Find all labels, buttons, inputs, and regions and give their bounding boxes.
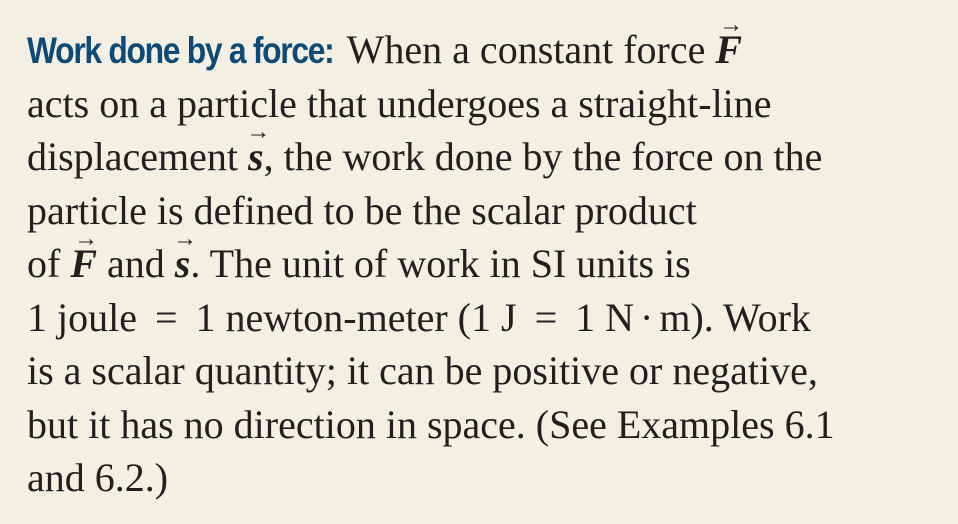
vector-arrow-icon: → [74, 225, 99, 252]
text-l1: When a constant force [346, 27, 706, 72]
equals-sign: = [534, 294, 558, 340]
force-vector-symbol: F → [715, 13, 743, 77]
text-l5b: and [107, 241, 165, 286]
vector-arrow-icon: → [172, 225, 197, 252]
text-l6c: 1 N [575, 294, 635, 340]
force-vector-symbol: F → [70, 227, 98, 291]
text-l6a: 1 joule [27, 294, 137, 340]
line-4: particle is defined to be the scalar pro… [27, 187, 697, 233]
definition-heading: Work done by a force: [27, 30, 335, 71]
vector-arrow-icon: → [246, 118, 271, 145]
vector-arrow-icon: → [719, 11, 744, 38]
line-5: of F → and s →. The unit of work in SI uni… [27, 227, 947, 291]
text-l3b: , the work done by the force on the [263, 134, 823, 179]
text-l6b: 1 newton-meter (1 J [195, 294, 517, 340]
displacement-vector-symbol: s → [246, 120, 270, 184]
text-l6d: m). Work [659, 294, 811, 340]
definition-box: Work done by a force: When a constant fo… [0, 0, 958, 524]
definition-paragraph: Work done by a force: When a constant fo… [27, 13, 947, 505]
line-8: but it has no direction in space. (See E… [27, 401, 835, 447]
text-l5c: . The unit of work in SI units is [190, 241, 691, 286]
line-3: displacement s →, the work done by the fo… [27, 120, 947, 184]
text-l5a: of [27, 241, 61, 286]
line-9: and 6.2.) [27, 455, 169, 500]
line-6: 1 joule = 1 newton-meter (1 J = 1 N · m). Work [27, 291, 947, 345]
line-7: is a scalar quantity; it can be positive… [27, 348, 818, 393]
line-1: Work done by a force: When a constant fo… [27, 13, 947, 77]
multiplication-dot: · [640, 294, 654, 340]
line-2: acts on a particle that undergoes a stra… [27, 80, 772, 126]
displacement-vector-symbol: s → [173, 227, 197, 291]
equals-sign: = [154, 294, 178, 340]
text-l3a: displacement [27, 134, 239, 179]
